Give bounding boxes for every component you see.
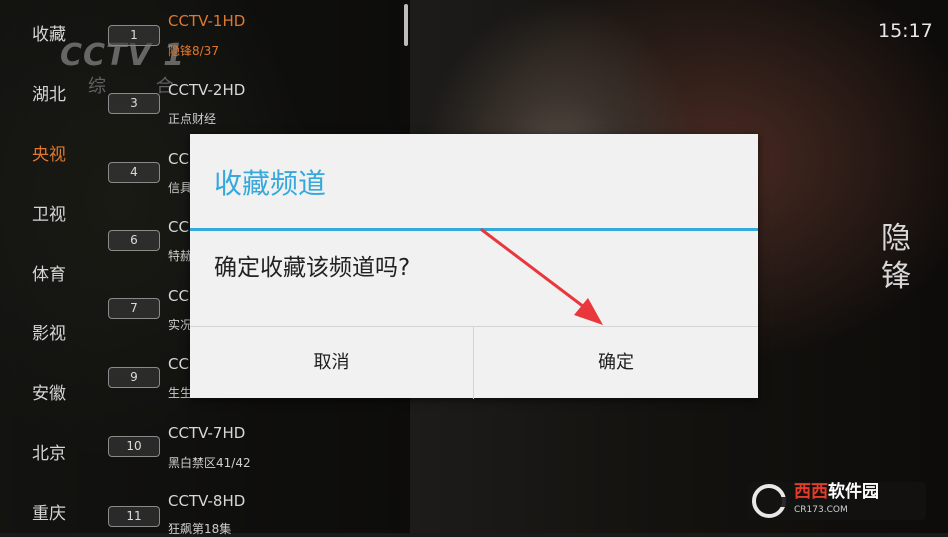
cancel-button[interactable]: 取消 xyxy=(190,327,474,399)
channel-program: 特赫 xyxy=(168,249,193,263)
channel-number: 6 xyxy=(108,230,160,251)
channel-number: 7 xyxy=(108,298,160,319)
channel-program: 信具 xyxy=(168,181,193,195)
channel-name: CC xyxy=(168,218,189,236)
channel-number: 4 xyxy=(108,162,160,183)
dialog-message: 确定收藏该频道吗? xyxy=(214,255,411,281)
channel-number: 10 xyxy=(108,436,160,457)
category-item[interactable]: 收藏 xyxy=(32,20,66,45)
channel-program: 正点财经 xyxy=(168,112,217,126)
channel-name: CCTV-7HD xyxy=(168,424,246,442)
site-watermark-text: 西西软件园 CR173.COM xyxy=(794,482,879,515)
channel-number: 9 xyxy=(108,367,160,388)
channel-program: 隐锋8/37 xyxy=(168,44,219,58)
channel-number: 3 xyxy=(108,93,160,114)
pointer-arrow-icon xyxy=(480,228,603,325)
dialog-title: 收藏频道 xyxy=(214,167,327,200)
category-item[interactable]: 湖北 xyxy=(32,80,66,105)
program-title-watermark: 隐锋 xyxy=(881,221,911,294)
channel-program: 狂飙第18集 xyxy=(168,522,232,536)
site-watermark: 西西软件园 CR173.COM xyxy=(748,482,926,520)
channel-name: CCTV-2HD xyxy=(168,81,246,99)
category-item-active[interactable]: 央视 xyxy=(32,140,66,165)
channel-name: CC xyxy=(168,150,189,168)
site-logo-icon xyxy=(752,484,788,518)
category-item[interactable]: 体育 xyxy=(32,260,66,285)
channel-number: 1 xyxy=(108,25,160,46)
channel-name: CCTV-1HD xyxy=(168,12,246,30)
category-item[interactable]: 安徽 xyxy=(32,379,66,404)
channel-program: 生生 xyxy=(168,386,193,400)
channel-program: 黑白禁区41/42 xyxy=(168,456,251,470)
clock: 15:17 xyxy=(878,20,933,42)
category-item[interactable]: 重庆 xyxy=(32,499,66,524)
category-item[interactable]: 影视 xyxy=(32,319,66,344)
category-list: 收藏 湖北 央视 卫视 体育 影视 安徽 北京 重庆 xyxy=(0,0,100,533)
channel-name: CC xyxy=(168,355,189,373)
channel-name: CC xyxy=(168,287,189,305)
confirm-button[interactable]: 确定 xyxy=(474,327,758,399)
channel-name: CCTV-8HD xyxy=(168,492,246,510)
category-item[interactable]: 卫视 xyxy=(32,200,66,225)
channel-program: 实况 xyxy=(168,318,193,332)
dialog-button-bar: 取消 确定 xyxy=(190,326,758,399)
category-item[interactable]: 北京 xyxy=(32,439,66,464)
channel-list-scrollbar[interactable] xyxy=(404,4,408,46)
channel-number: 11 xyxy=(108,506,160,527)
